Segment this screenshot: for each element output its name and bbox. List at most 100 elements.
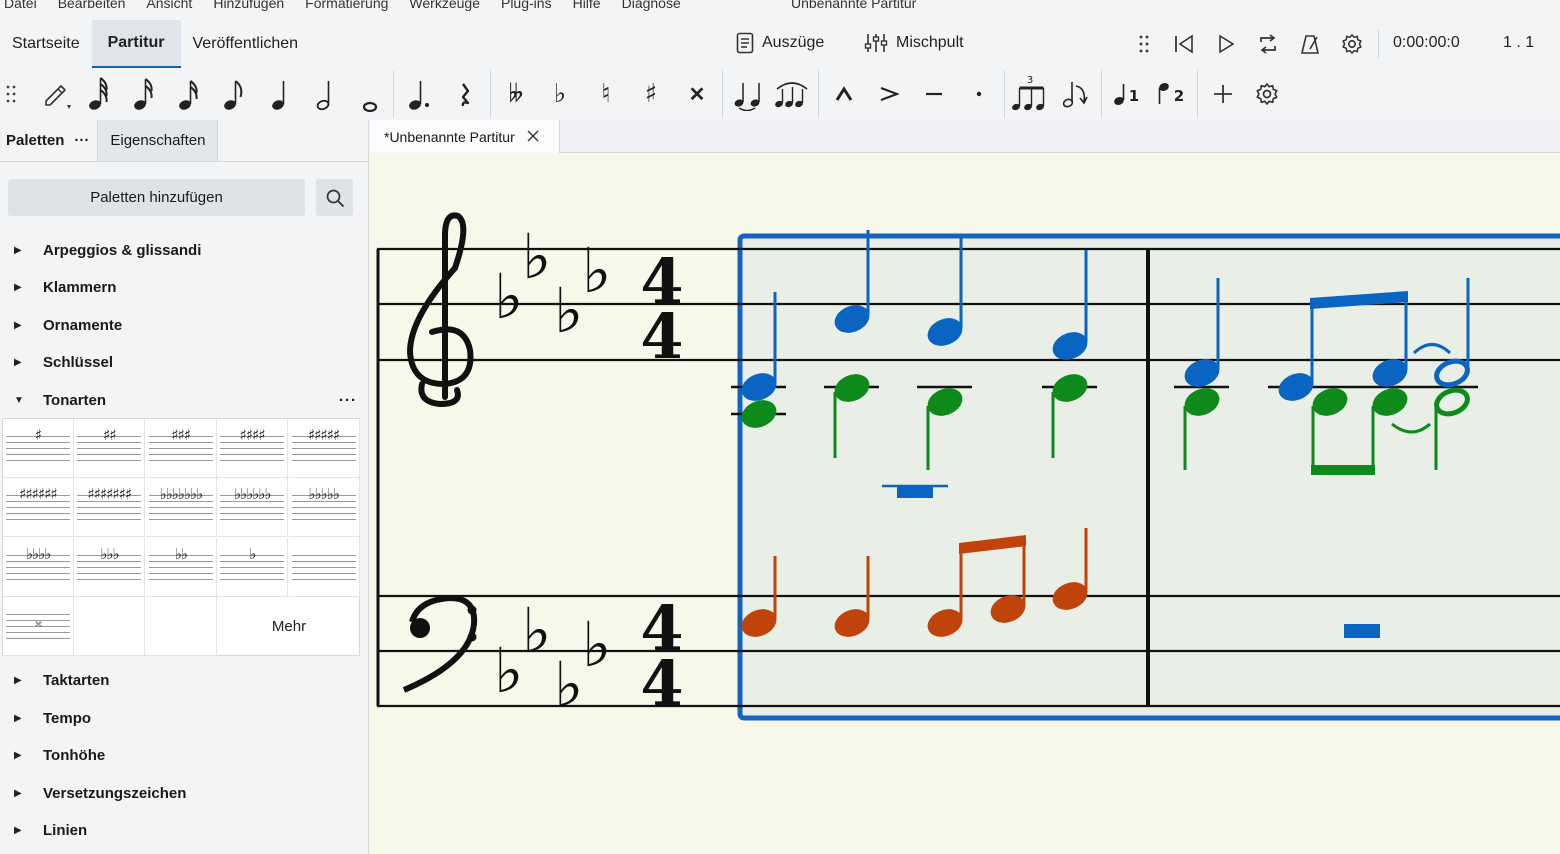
palette-pitch[interactable]: ▶ Tonhöhe bbox=[0, 737, 369, 773]
menu-add[interactable]: Hinzufügen bbox=[213, 0, 284, 11]
toolbar-separator bbox=[818, 70, 819, 118]
palette-tempo[interactable]: ▶ Tempo bbox=[0, 700, 369, 736]
rewind-icon[interactable] bbox=[1172, 34, 1196, 54]
key-signature-bass: ♭♭♭♭ bbox=[494, 594, 611, 721]
add-palettes-button[interactable]: Paletten hinzufügen bbox=[8, 179, 305, 216]
palette-menu-icon[interactable]: ··· bbox=[339, 392, 357, 409]
key-accidentals: ♯ bbox=[34, 426, 42, 444]
menu-view[interactable]: Ansicht bbox=[146, 0, 192, 11]
palette-clefs[interactable]: ▶ Schlüssel bbox=[0, 344, 369, 380]
search-palettes-button[interactable] bbox=[316, 179, 353, 216]
key-signature-cell[interactable]: ♭♭ bbox=[145, 537, 217, 597]
tenuto-icon[interactable] bbox=[919, 68, 949, 120]
augmentation-dot-icon[interactable] bbox=[404, 68, 434, 120]
svg-text:♭: ♭ bbox=[554, 648, 583, 721]
voice-2-icon[interactable]: 2 bbox=[1156, 68, 1188, 120]
menu-tools[interactable]: Werkzeuge bbox=[409, 0, 480, 11]
duration-64th-icon[interactable] bbox=[84, 68, 114, 120]
note-input-pencil-icon[interactable] bbox=[38, 68, 74, 120]
palette-lines[interactable]: ▶ Linien bbox=[0, 812, 369, 848]
expand-arrow-icon: ▶ bbox=[14, 749, 22, 761]
accent-icon[interactable] bbox=[874, 68, 904, 120]
flip-direction-icon[interactable] bbox=[1061, 68, 1091, 120]
duration-16th-icon[interactable] bbox=[174, 68, 204, 120]
play-icon[interactable] bbox=[1214, 34, 1238, 54]
tuplet-icon[interactable]: 3 bbox=[1011, 68, 1049, 120]
sharp-icon[interactable]: ♯ bbox=[636, 68, 666, 120]
duration-whole-icon[interactable] bbox=[355, 68, 385, 120]
palette-arpeggios[interactable]: ▶ Arpeggios & glissandi bbox=[0, 232, 369, 268]
key-signature-cell[interactable]: ♭♭♭♭ bbox=[3, 537, 74, 597]
key-signature-cell[interactable]: ♭♭♭♭♭♭♭ bbox=[145, 478, 217, 538]
tie-icon[interactable] bbox=[732, 68, 764, 120]
toolbar-separator bbox=[393, 70, 394, 118]
duration-half-icon[interactable] bbox=[310, 68, 340, 120]
key-signature-cell[interactable]: ♯♯♯♯♯♯♯ bbox=[74, 478, 146, 538]
palette-brackets[interactable]: ▶ Klammern bbox=[0, 269, 369, 305]
drag-handle-icon[interactable] bbox=[1136, 34, 1152, 54]
duration-eighth-icon[interactable] bbox=[219, 68, 249, 120]
key-signature-cell[interactable]: ♯♯♯ bbox=[145, 419, 217, 478]
menu-edit[interactable]: Bearbeiten bbox=[58, 0, 126, 11]
mixer-button[interactable]: Mischpult bbox=[864, 32, 964, 54]
key-signature-cell[interactable] bbox=[74, 596, 146, 656]
loop-icon[interactable] bbox=[1256, 33, 1280, 55]
key-signature-cell[interactable]: ♯♯♯♯♯♯ bbox=[3, 478, 74, 538]
key-signature-cell[interactable]: ♭ bbox=[217, 537, 289, 597]
key-signature-cell[interactable] bbox=[288, 537, 360, 597]
tab-home[interactable]: Startseite bbox=[0, 20, 92, 68]
key-signature-cell[interactable]: ♯ bbox=[3, 419, 74, 478]
window-title: Unbenannte Partitur bbox=[791, 0, 917, 11]
rest-icon[interactable] bbox=[450, 68, 480, 120]
tab-properties[interactable]: Eigenschaften bbox=[97, 120, 219, 161]
double-sharp-icon[interactable]: ✕ bbox=[682, 68, 712, 120]
svg-text:3: 3 bbox=[1027, 75, 1033, 86]
add-icon[interactable] bbox=[1208, 68, 1238, 120]
mixer-icon bbox=[864, 32, 888, 54]
key-signature-cell[interactable]: ♭♭♭♭♭♭ bbox=[217, 478, 289, 538]
playback-settings-icon[interactable] bbox=[1340, 33, 1364, 55]
panel-tabs: Paletten ··· Eigenschaften bbox=[0, 120, 368, 162]
mixer-label: Mischpult bbox=[896, 34, 964, 51]
menu-format[interactable]: Formatierung bbox=[305, 0, 388, 11]
key-signature-cell[interactable] bbox=[145, 596, 217, 656]
staccato-icon[interactable] bbox=[964, 68, 994, 120]
menu-help[interactable]: Hilfe bbox=[573, 0, 601, 11]
tab-palettes[interactable]: Paletten ··· bbox=[0, 120, 97, 161]
key-signature-cell[interactable]: ♯♯ bbox=[74, 419, 146, 478]
menu-plugins[interactable]: Plug-ins bbox=[501, 0, 552, 11]
metronome-icon[interactable] bbox=[1298, 33, 1322, 55]
parts-button[interactable]: Auszüge bbox=[736, 32, 824, 54]
marcato-icon[interactable] bbox=[829, 68, 859, 120]
voice-1-icon[interactable]: 1 bbox=[1111, 68, 1143, 120]
double-flat-icon[interactable]: 𝄫 bbox=[500, 68, 532, 120]
tab-score[interactable]: Partitur bbox=[91, 20, 181, 68]
duration-quarter-icon[interactable] bbox=[265, 68, 295, 120]
toolbar-separator bbox=[722, 70, 723, 118]
palette-key-signatures[interactable]: ▼ Tonarten ··· bbox=[0, 382, 369, 418]
key-signature-cell[interactable]: 𝄪 bbox=[3, 596, 74, 656]
document-tab[interactable]: *Unbenannte Partitur bbox=[370, 120, 560, 153]
key-signature-treble: ♭♭♭♭ bbox=[494, 220, 611, 347]
slur-icon[interactable] bbox=[774, 68, 810, 120]
score-canvas[interactable]: ♭ ♭ ♭ ♭ ♭ ♭ ♭ ♭ 44 44 bbox=[370, 153, 1560, 854]
key-signature-cell[interactable]: ♯♯♯♯ bbox=[217, 419, 289, 478]
palette-accidentals[interactable]: ▶ Versetzungszeichen bbox=[0, 775, 369, 811]
palette-time-signatures[interactable]: ▶ Taktarten bbox=[0, 662, 369, 698]
flat-icon[interactable]: ♭ bbox=[545, 68, 575, 120]
more-key-signatures-button[interactable]: Mehr bbox=[217, 596, 361, 656]
tab-publish[interactable]: Veröffentlichen bbox=[181, 20, 311, 68]
customize-toolbar-icon[interactable] bbox=[1252, 68, 1282, 120]
key-signature-cell[interactable]: ♭♭♭ bbox=[74, 537, 146, 597]
menu-file[interactable]: Datei bbox=[4, 0, 37, 11]
palettes-menu-icon[interactable]: ··· bbox=[74, 132, 89, 149]
close-icon[interactable] bbox=[527, 129, 539, 145]
menu-diagnostics[interactable]: Diagnose bbox=[622, 0, 681, 11]
key-signature-cell[interactable]: ♯♯♯♯♯ bbox=[288, 419, 360, 478]
natural-icon[interactable]: ♮ bbox=[591, 68, 621, 120]
key-signature-cell[interactable]: ♭♭♭♭♭ bbox=[288, 478, 360, 538]
palette-ornaments[interactable]: ▶ Ornamente bbox=[0, 307, 369, 343]
key-accidentals: ♯♯♯♯ bbox=[239, 426, 266, 444]
drag-handle-icon[interactable] bbox=[2, 68, 20, 120]
duration-32nd-icon[interactable] bbox=[129, 68, 159, 120]
